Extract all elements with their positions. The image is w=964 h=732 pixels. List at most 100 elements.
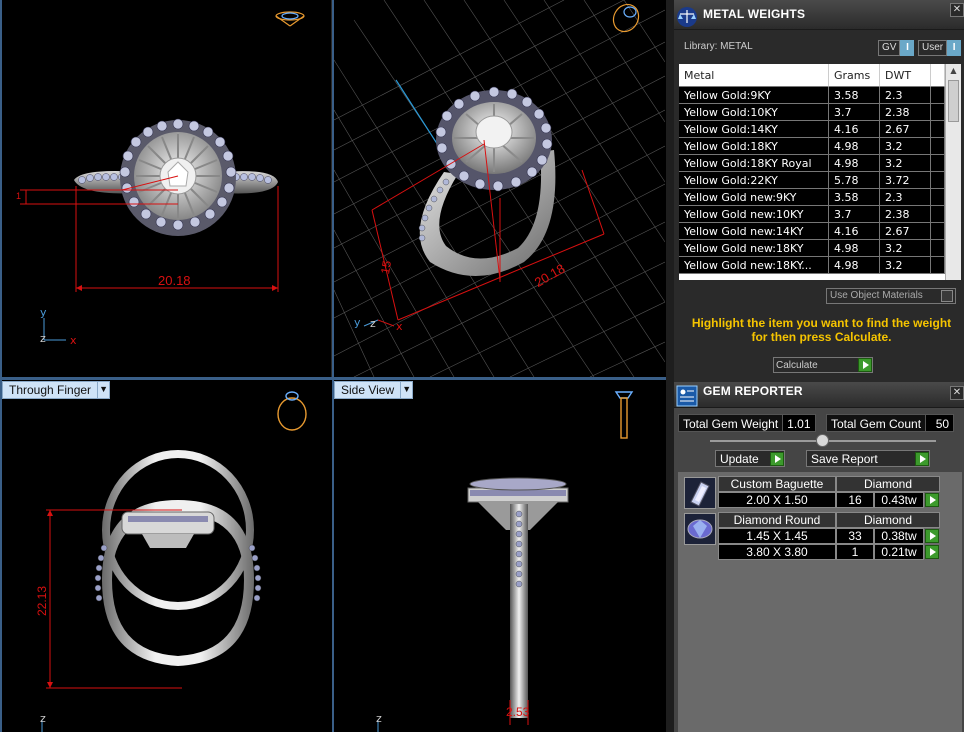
svg-text:x: x — [396, 320, 403, 333]
cell-metal: Yellow Gold new:18KY — [679, 240, 829, 257]
viewport-splitter-vertical[interactable] — [332, 0, 334, 732]
gem-material-label: Diamond — [836, 512, 940, 528]
play-icon — [915, 451, 929, 466]
gem-reporter-title-bar[interactable]: GEM REPORTER ✕ — [674, 382, 964, 408]
ring-perspective-graphic: 20.18 15 y z x — [334, 0, 665, 377]
cell-grams: 4.98 — [829, 138, 880, 155]
cell-dwt: 2.67 — [880, 223, 931, 240]
svg-text:z: z — [376, 712, 382, 725]
metal-weights-panel: METAL WEIGHTS ✕ Library: METAL GV I User… — [674, 0, 964, 382]
close-icon[interactable]: ✕ — [950, 3, 964, 17]
slider-handle[interactable] — [816, 434, 829, 447]
column-header-dwt[interactable]: DWT — [880, 64, 931, 87]
chevron-down-icon: ▼ — [98, 381, 111, 399]
table-row[interactable]: Yellow Gold:9KY 3.58 2.3 — [679, 87, 945, 104]
viewport-top[interactable]: 20.18 1 y z x — [2, 0, 332, 377]
table-row[interactable]: Yellow Gold:22KY 5.78 3.72 — [679, 172, 945, 189]
metal-weights-title-bar[interactable]: METAL WEIGHTS ✕ — [674, 0, 964, 30]
column-header-metal[interactable]: Metal — [679, 64, 829, 87]
toggle-indicator-icon: I — [947, 40, 962, 56]
save-report-button[interactable]: Save Report — [806, 450, 930, 467]
select-gem-button[interactable] — [925, 529, 939, 543]
table-row[interactable]: Yellow Gold:18KY 4.98 3.2 — [679, 138, 945, 155]
cell-grams: 4.98 — [829, 240, 880, 257]
gem-list: Custom Baguette Diamond 2.00 X 1.50 16 0… — [678, 472, 962, 732]
svg-text:z: z — [370, 317, 376, 330]
scale-icon — [677, 7, 697, 27]
table-row[interactable]: Yellow Gold new:9KY 3.58 2.3 — [679, 189, 945, 206]
gem-material-label: Diamond — [836, 476, 940, 492]
view-mode-dropdown[interactable]: Side View ▼ — [334, 381, 414, 399]
close-icon[interactable]: ✕ — [950, 386, 964, 400]
metal-table: Metal Grams DWT Yellow Gold:9KY 3.58 2.3 Ye… — [679, 64, 945, 280]
view-mode-dropdown[interactable]: Through Finger ▼ — [2, 381, 111, 399]
cell-metal: Yellow Gold:18KY — [679, 138, 829, 155]
cell-grams: 3.58 — [829, 87, 880, 104]
cell-dwt: 2.38 — [880, 206, 931, 223]
band-width-dimension-label: 2.53 — [506, 705, 530, 719]
scroll-up-icon[interactable]: ▲ — [946, 64, 961, 78]
panel-divider[interactable] — [666, 0, 674, 732]
table-row[interactable]: Yellow Gold new:10KY 3.7 2.38 — [679, 206, 945, 223]
update-button[interactable]: Update — [715, 450, 785, 467]
ring-size-dimension-label: 22.13 — [35, 586, 49, 616]
gem-shape-label: Custom Baguette — [718, 476, 836, 492]
cell-metal: Yellow Gold new:14KY — [679, 223, 829, 240]
svg-text:y: y — [354, 316, 361, 329]
viewport-through-finger[interactable]: 22.13 z Through Finger ▼ — [2, 380, 332, 732]
use-object-materials-toggle[interactable]: Use Object Materials — [826, 288, 956, 304]
column-header-grams[interactable]: Grams — [829, 64, 880, 87]
table-row[interactable]: Yellow Gold new:18KY... 4.98 3.2 — [679, 257, 945, 274]
total-gem-weight: Total Gem Weight 1.01 — [678, 414, 816, 432]
play-icon — [770, 451, 784, 466]
cell-dwt: 3.72 — [880, 172, 931, 189]
table-row[interactable]: Yellow Gold:18KY Royal 4.98 3.2 — [679, 155, 945, 172]
viewport-splitter-horizontal[interactable] — [0, 377, 666, 380]
cell-metal: Yellow Gold:18KY Royal — [679, 155, 829, 172]
cell-grams: 5.78 — [829, 172, 880, 189]
cell-grams: 4.16 — [829, 223, 880, 240]
user-toggle[interactable]: User I — [918, 40, 962, 56]
metal-table-scrollbar[interactable]: ▲ — [945, 64, 961, 280]
select-gem-button[interactable] — [925, 545, 939, 559]
gem-count: 33 — [836, 528, 874, 544]
cell-grams: 4.16 — [829, 121, 880, 138]
viewport-perspective[interactable]: 20.18 15 y z x — [334, 0, 665, 377]
ring-top-view-graphic: 20.18 1 y z x — [16, 11, 305, 347]
cell-dwt: 3.2 — [880, 155, 931, 172]
cell-metal: Yellow Gold:22KY — [679, 172, 829, 189]
gem-size: 2.00 X 1.50 — [718, 492, 836, 508]
svg-text:1: 1 — [16, 191, 21, 201]
table-row[interactable]: Yellow Gold:14KY 4.16 2.67 — [679, 121, 945, 138]
cell-dwt: 3.2 — [880, 138, 931, 155]
gem-shape-label: Diamond Round — [718, 512, 836, 528]
gv-toggle[interactable]: GV I — [878, 40, 915, 56]
panel-title: GEM REPORTER — [703, 384, 803, 398]
cell-metal: Yellow Gold:14KY — [679, 121, 829, 138]
scroll-thumb[interactable] — [948, 80, 959, 122]
axis-gizmo: z — [376, 712, 382, 732]
viewport-side-view[interactable]: 2.53 z Side View ▼ — [334, 380, 665, 732]
table-row[interactable]: Yellow Gold:10KY 3.7 2.38 — [679, 104, 945, 121]
width-dimension-label: 20.18 — [158, 273, 191, 288]
ring-front-graphic: 22.13 z — [35, 391, 307, 732]
select-gem-button[interactable] — [925, 493, 939, 507]
cell-dwt: 2.67 — [880, 121, 931, 138]
cell-dwt: 2.3 — [880, 87, 931, 104]
gem-weight: 0.21tw — [874, 544, 924, 560]
axis-gizmo: y z x — [354, 316, 403, 333]
cell-grams: 3.58 — [829, 189, 880, 206]
view-orientation-icon — [614, 391, 634, 439]
total-gem-count: Total Gem Count 50 — [826, 414, 955, 432]
table-row[interactable]: Yellow Gold new:14KY 4.16 2.67 — [679, 223, 945, 240]
gem-count: 16 — [836, 492, 874, 508]
gem-slider[interactable] — [710, 434, 936, 447]
panel-title: METAL WEIGHTS — [703, 7, 806, 21]
cell-metal: Yellow Gold new:18KY... — [679, 257, 829, 274]
table-row[interactable]: Yellow Gold new:18KY 4.98 3.2 — [679, 240, 945, 257]
gem-reporter-panel: GEM REPORTER ✕ Total Gem Weight 1.01 Tot… — [674, 382, 964, 732]
axis-gizmo: z — [40, 712, 46, 732]
checkbox[interactable] — [941, 290, 953, 302]
gem-count: 1 — [836, 544, 874, 560]
calculate-button[interactable]: Calculate — [773, 357, 873, 373]
